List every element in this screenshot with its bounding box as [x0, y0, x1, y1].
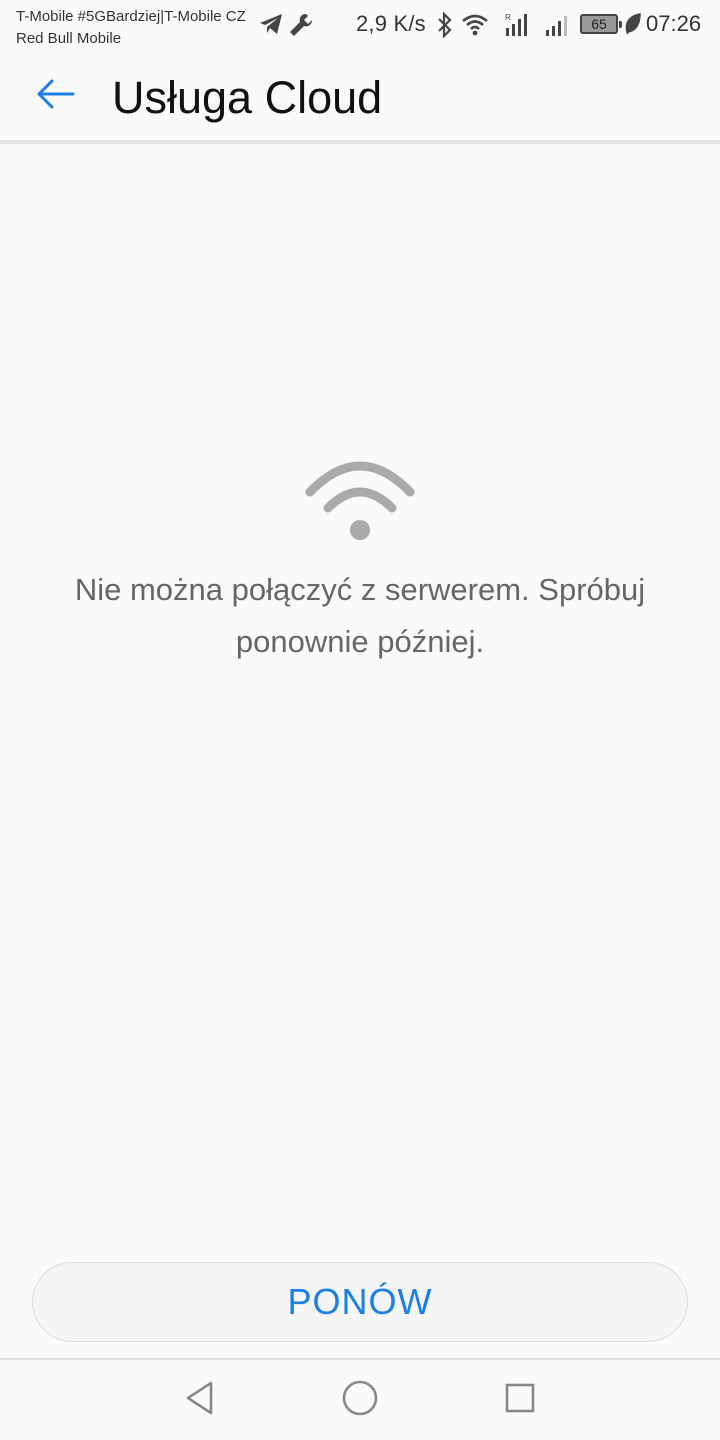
- bluetooth-icon: [436, 11, 454, 43]
- screen: T-Mobile #5GBardziej|T-Mobile CZ Red Bul…: [0, 0, 720, 1440]
- retry-button[interactable]: PONÓW: [32, 1262, 688, 1342]
- carrier-info: T-Mobile #5GBardziej|T-Mobile CZ Red Bul…: [16, 6, 246, 50]
- nav-back-button[interactable]: [178, 1378, 222, 1422]
- roaming-signal-icon: R: [502, 12, 530, 43]
- back-button[interactable]: [22, 68, 88, 124]
- signal-icon: [544, 12, 572, 43]
- page-title: Usługa Cloud: [112, 72, 383, 123]
- carrier-line-2: Red Bull Mobile: [16, 30, 122, 47]
- wifi-status-icon: [460, 12, 490, 43]
- battery-icon: 65: [580, 14, 622, 34]
- clock: 07:26: [646, 11, 702, 36]
- navigation-bar: [0, 1360, 720, 1440]
- telegram-icon: [258, 12, 284, 41]
- nav-home-button[interactable]: [338, 1378, 382, 1422]
- app-bar-divider: [0, 140, 720, 144]
- leaf-icon: [624, 12, 642, 41]
- status-bar: T-Mobile #5GBardziej|T-Mobile CZ Red Bul…: [0, 0, 720, 52]
- home-circle-icon: [341, 1379, 379, 1422]
- svg-text:R: R: [505, 13, 511, 22]
- app-bar: Usługa Cloud: [0, 52, 720, 140]
- recents-square-icon: [503, 1381, 537, 1420]
- error-message: Nie można połączyć z serwerem. Spróbuj p…: [74, 572, 646, 659]
- network-speed: 2,9 K/s: [356, 11, 426, 36]
- error-block: Nie można połączyć z serwerem. Spróbuj p…: [0, 452, 720, 668]
- carrier-line-1: T-Mobile #5GBardziej|T-Mobile CZ: [16, 8, 246, 25]
- wifi-icon: [305, 461, 415, 540]
- nav-recents-button[interactable]: [498, 1378, 542, 1422]
- wrench-icon: [288, 12, 314, 43]
- back-triangle-icon: [183, 1380, 217, 1421]
- arrow-left-icon: [35, 78, 75, 115]
